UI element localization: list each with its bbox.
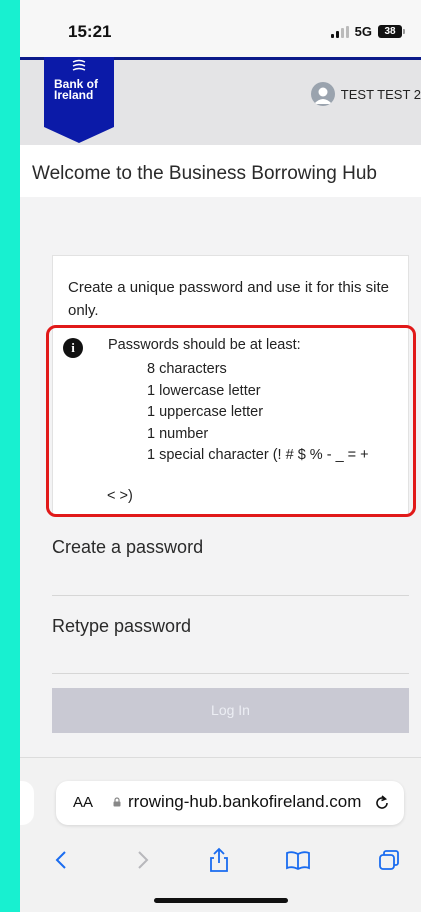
network-type: 5G xyxy=(354,24,372,39)
back-icon[interactable] xyxy=(48,846,76,874)
avatar-icon xyxy=(310,82,335,106)
signal-icon xyxy=(330,25,349,38)
browser-toolbar: AA rrowing-hub.bankofireland.com xyxy=(20,757,421,912)
status-indicators: 5G 38 xyxy=(330,24,405,39)
bank-logo[interactable]: Bank of Ireland xyxy=(44,57,114,143)
bookmarks-icon[interactable] xyxy=(284,846,312,874)
rules-heading: Passwords should be at least: xyxy=(108,337,301,353)
rules-list: 8 characters 1 lowercase letter 1 upperc… xyxy=(147,359,369,467)
welcome-banner: Welcome to the Business Borrowing Hub xyxy=(20,145,421,197)
user-name: TEST TEST 2 xyxy=(340,86,421,102)
forward-icon[interactable] xyxy=(128,846,156,874)
tabs-icon[interactable] xyxy=(375,846,403,874)
rule-item: 1 lowercase letter xyxy=(147,382,261,399)
rule-item: 1 special character (! # $ % - _ = + xyxy=(147,447,369,463)
status-bar: 15:21 5G 38 xyxy=(20,0,421,57)
rule-item: 8 characters xyxy=(147,361,227,377)
page-title: Welcome to the Business Borrowing Hub xyxy=(32,163,377,184)
login-button[interactable]: Log In xyxy=(52,688,409,733)
main-content: Create a unique password and use it for … xyxy=(20,197,421,757)
rule-item-tail: < >) xyxy=(107,488,133,504)
previous-tab-preview[interactable] xyxy=(20,781,34,825)
share-icon[interactable] xyxy=(205,846,233,874)
address-bar[interactable]: AA rrowing-hub.bankofireland.com xyxy=(56,781,404,825)
card-intro: Create a unique password and use it for … xyxy=(68,279,390,319)
battery-icon: 38 xyxy=(378,25,405,38)
phone-screen: 15:21 5G 38 Bank of Ireland TEST TEST 2 … xyxy=(20,0,421,912)
reload-icon[interactable] xyxy=(372,793,392,813)
logo-text: Bank of Ireland xyxy=(54,77,99,102)
rule-item: 1 uppercase letter xyxy=(147,404,264,420)
browser-nav xyxy=(20,840,421,880)
lock-icon xyxy=(113,797,121,807)
text-size-button[interactable]: AA xyxy=(73,794,93,811)
create-password-input[interactable] xyxy=(52,565,409,595)
retype-password-label: Retype password xyxy=(52,616,192,636)
create-password-underline xyxy=(52,595,409,596)
password-rules-box: i Passwords should be at least: 8 charac… xyxy=(46,325,416,517)
rule-item: 1 number xyxy=(147,425,209,442)
user-menu[interactable]: TEST TEST 2 xyxy=(310,82,421,106)
info-icon: i xyxy=(63,338,83,358)
battery-level: 38 xyxy=(378,25,402,38)
home-indicator[interactable] xyxy=(154,898,288,903)
url-text: rrowing-hub.bankofireland.com xyxy=(128,792,362,811)
retype-password-underline xyxy=(52,673,409,674)
status-time: 15:21 xyxy=(68,22,112,41)
create-password-label: Create a password xyxy=(52,537,204,557)
app-header: Bank of Ireland TEST TEST 2 xyxy=(20,57,421,145)
